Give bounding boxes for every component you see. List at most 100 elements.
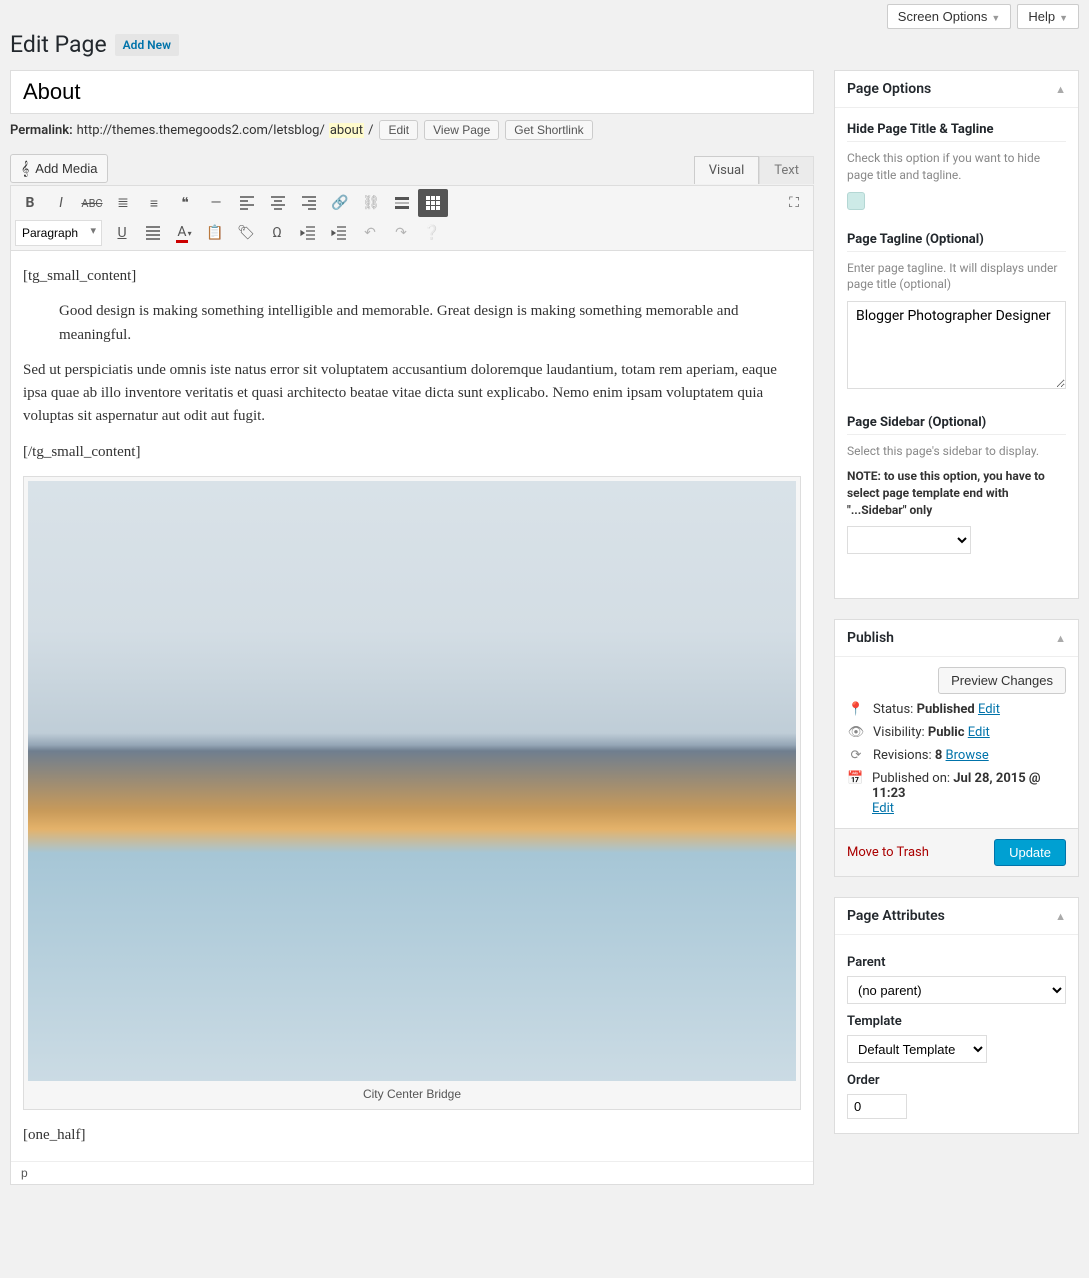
- add-new-button[interactable]: Add New: [115, 34, 179, 56]
- revisions-label: Revisions:: [873, 748, 932, 763]
- parent-label: Parent: [847, 955, 1066, 970]
- page-heading: Edit Page Add New: [10, 29, 1079, 70]
- publish-box: Publish ▲ Preview Changes 📍 Status: Publ…: [834, 619, 1079, 877]
- chevron-down-icon: ▼: [1059, 13, 1068, 23]
- image-caption: City Center Bridge: [28, 1081, 796, 1106]
- align-center-button[interactable]: [263, 189, 293, 217]
- hide-title-label: Hide Page Title & Tagline: [847, 122, 1066, 137]
- add-media-button[interactable]: 𝄞 Add Media: [10, 154, 108, 183]
- redo-button[interactable]: ↷: [386, 219, 416, 247]
- outdent-button[interactable]: [293, 219, 323, 247]
- post-title-input[interactable]: [10, 70, 814, 114]
- unlink-button[interactable]: ⛓: [356, 189, 386, 217]
- sidebar-label: Page Sidebar (Optional): [847, 415, 1066, 430]
- tab-text[interactable]: Text: [759, 156, 814, 184]
- content-shortcode-open: [tg_small_content]: [23, 265, 801, 288]
- text-color-button[interactable]: A▾: [169, 219, 199, 247]
- permalink-row: Permalink: http://themes.themegoods2.com…: [10, 120, 814, 140]
- sidebar-select[interactable]: [847, 526, 971, 554]
- collapse-icon[interactable]: ▲: [1055, 910, 1066, 923]
- hide-title-checkbox[interactable]: [847, 192, 865, 210]
- eye-icon: 👁: [847, 725, 865, 740]
- image-caption-box[interactable]: City Center Bridge: [23, 476, 801, 1111]
- get-shortlink-button[interactable]: Get Shortlink: [505, 120, 592, 140]
- move-to-trash-link[interactable]: Move to Trash: [847, 845, 929, 860]
- hide-title-help: Check this option if you want to hide pa…: [847, 150, 1066, 184]
- published-edit-link[interactable]: Edit: [872, 801, 894, 816]
- bullet-list-button[interactable]: ≣: [108, 189, 138, 217]
- published-label: Published on:: [872, 771, 950, 786]
- attributes-title: Page Attributes: [847, 908, 945, 924]
- tagline-label: Page Tagline (Optional): [847, 232, 1066, 247]
- toolbar-toggle-button[interactable]: [418, 189, 448, 217]
- calendar-icon: 📅: [847, 771, 864, 786]
- pin-icon: 📍: [847, 702, 865, 717]
- strikethrough-button[interactable]: ABC: [77, 189, 107, 217]
- visibility-label: Visibility:: [873, 725, 925, 740]
- parent-select[interactable]: (no parent): [847, 976, 1066, 1004]
- preview-changes-button[interactable]: Preview Changes: [938, 667, 1066, 694]
- bold-button[interactable]: B: [15, 189, 45, 217]
- permalink-slug: about: [329, 123, 364, 138]
- visibility-edit-link[interactable]: Edit: [968, 725, 990, 740]
- revisions-count: 8: [935, 748, 942, 763]
- media-icon: 𝄞: [21, 160, 29, 177]
- fullscreen-button[interactable]: ⛶: [779, 189, 809, 217]
- publish-title: Publish: [847, 630, 894, 646]
- status-value: Published: [917, 702, 975, 717]
- content-shortcode-half: [one_half]: [23, 1124, 801, 1147]
- italic-button[interactable]: I: [46, 189, 76, 217]
- hr-button[interactable]: —: [201, 189, 231, 217]
- number-list-button[interactable]: ≡: [139, 189, 169, 217]
- status-edit-link[interactable]: Edit: [978, 702, 1000, 717]
- view-page-button[interactable]: View Page: [424, 120, 499, 140]
- status-label: Status:: [873, 702, 913, 717]
- indent-button[interactable]: [324, 219, 354, 247]
- sidebar-help: Select this page's sidebar to display.: [847, 443, 1066, 460]
- collapse-icon[interactable]: ▲: [1055, 632, 1066, 645]
- paste-text-button[interactable]: 📋: [200, 219, 230, 247]
- align-right-button[interactable]: [294, 189, 324, 217]
- template-label: Template: [847, 1014, 1066, 1029]
- permalink-base: http://themes.themegoods2.com/letsblog/: [77, 123, 325, 138]
- editor-help-button[interactable]: ❔: [417, 219, 447, 247]
- paragraph-select[interactable]: Paragraph: [15, 220, 102, 246]
- link-button[interactable]: 🔗: [325, 189, 355, 217]
- sidebar-note: NOTE: to use this option, you have to se…: [847, 468, 1066, 518]
- revisions-browse-link[interactable]: Browse: [946, 748, 989, 763]
- blockquote-button[interactable]: ❝: [170, 189, 200, 217]
- collapse-icon[interactable]: ▲: [1055, 83, 1066, 96]
- more-button[interactable]: [387, 189, 417, 217]
- editor-path: p: [11, 1161, 813, 1184]
- update-button[interactable]: Update: [994, 839, 1066, 866]
- underline-button[interactable]: U: [107, 219, 137, 247]
- template-select[interactable]: Default Template: [847, 1035, 987, 1063]
- permalink-label: Permalink:: [10, 123, 73, 138]
- order-label: Order: [847, 1073, 1066, 1088]
- content-paragraph: Sed ut perspiciatis unde omnis iste natu…: [23, 359, 801, 429]
- align-left-button[interactable]: [232, 189, 262, 217]
- content-shortcode-close: [/tg_small_content]: [23, 441, 801, 464]
- tab-visual[interactable]: Visual: [694, 156, 760, 184]
- clear-format-button[interactable]: 🏷: [231, 219, 261, 247]
- help-button[interactable]: Help▼: [1017, 4, 1079, 29]
- chevron-down-icon: ▼: [991, 13, 1000, 23]
- permalink-trail: /: [368, 123, 373, 138]
- special-char-button[interactable]: Ω: [262, 219, 292, 247]
- content-quote: Good design is making something intellig…: [59, 300, 801, 347]
- align-justify-button[interactable]: [138, 219, 168, 247]
- revisions-icon: ⟳: [847, 748, 865, 763]
- tagline-help: Enter page tagline. It will displays und…: [847, 260, 1066, 294]
- undo-button[interactable]: ↶: [355, 219, 385, 247]
- tagline-textarea[interactable]: [847, 301, 1066, 389]
- page-title: Edit Page: [10, 31, 107, 58]
- page-options-box: Page Options ▲ Hide Page Title & Tagline…: [834, 70, 1079, 599]
- screen-options-button[interactable]: Screen Options▼: [887, 4, 1012, 29]
- page-attributes-box: Page Attributes ▲ Parent (no parent) Tem…: [834, 897, 1079, 1134]
- editor-content[interactable]: [tg_small_content] Good design is making…: [11, 251, 813, 1161]
- permalink-edit-button[interactable]: Edit: [379, 120, 418, 140]
- page-options-title: Page Options: [847, 81, 931, 97]
- order-input[interactable]: [847, 1094, 907, 1119]
- visibility-value: Public: [928, 725, 965, 740]
- content-image: [28, 481, 796, 1081]
